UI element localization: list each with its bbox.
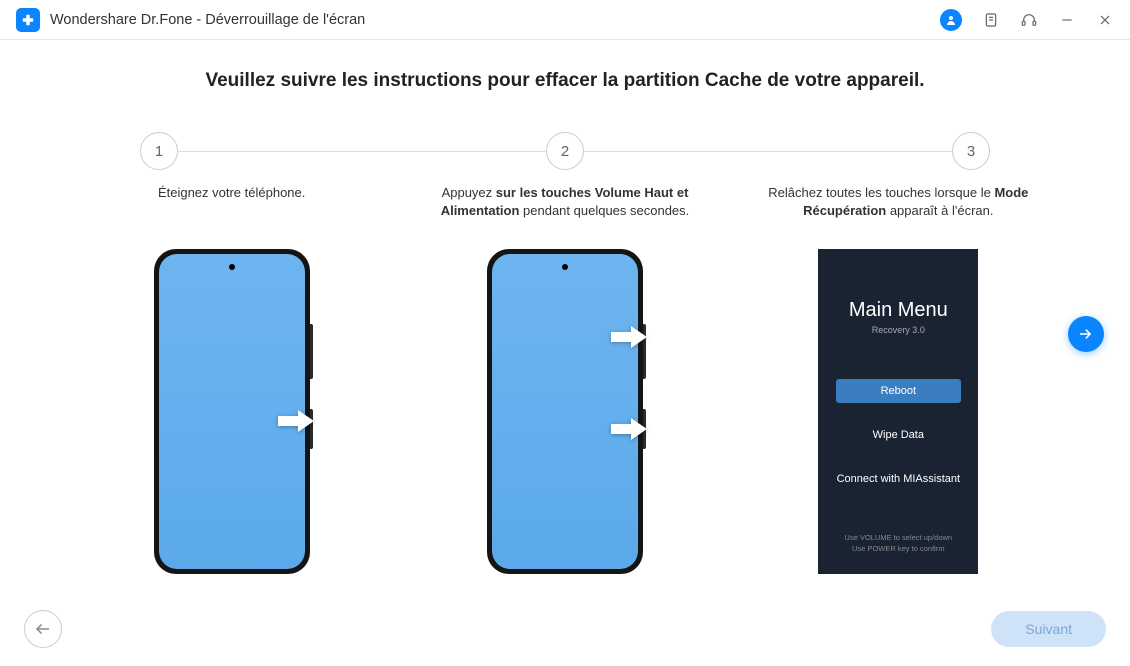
titlebar: Wondershare Dr.Fone - Déverrouillage de … bbox=[0, 0, 1130, 40]
recovery-wipe-option: Wipe Data bbox=[836, 423, 961, 447]
phone-illustration-1 bbox=[154, 249, 310, 574]
next-button[interactable]: Suivant bbox=[991, 611, 1106, 647]
recovery-connect-option: Connect with MIAssistant bbox=[836, 467, 961, 491]
footer: Suivant bbox=[0, 610, 1130, 648]
close-button[interactable] bbox=[1096, 11, 1114, 29]
step-2-column: Appuyez sur les touches Volume Haut et A… bbox=[413, 184, 716, 574]
back-button[interactable] bbox=[24, 610, 62, 648]
step-connector bbox=[584, 151, 952, 152]
app-logo-icon bbox=[16, 8, 40, 32]
step-3-text-post: apparaît à l'écran. bbox=[886, 203, 993, 218]
step-3-column: Relâchez toutes les touches lorsque le M… bbox=[747, 184, 1050, 574]
user-account-icon[interactable] bbox=[940, 9, 962, 31]
step-2-text-post: pendant quelques secondes. bbox=[519, 203, 689, 218]
recovery-mode-screen: Main Menu Recovery 3.0 Reboot Wipe Data … bbox=[818, 249, 978, 574]
step-2-description: Appuyez sur les touches Volume Haut et A… bbox=[413, 184, 716, 224]
minimize-button[interactable] bbox=[1058, 11, 1076, 29]
arrow-right-icon bbox=[611, 417, 647, 441]
app-title: Wondershare Dr.Fone - Déverrouillage de … bbox=[50, 12, 365, 28]
step-indicator: 1 2 3 bbox=[80, 132, 1050, 170]
step-1-column: Éteignez votre téléphone. bbox=[80, 184, 383, 574]
recovery-hint: Use VOLUME to select up/down Use POWER k… bbox=[845, 533, 953, 554]
feedback-icon[interactable] bbox=[982, 11, 1000, 29]
recovery-hint-2: Use POWER key to confirm bbox=[845, 544, 953, 555]
page-heading: Veuillez suivre les instructions pour ef… bbox=[80, 70, 1050, 92]
step-2-text-pre: Appuyez bbox=[442, 185, 496, 200]
step-1-text: Éteignez votre téléphone. bbox=[158, 185, 305, 200]
step-connector bbox=[178, 151, 546, 152]
recovery-subtitle: Recovery 3.0 bbox=[872, 325, 925, 335]
recovery-hint-1: Use VOLUME to select up/down bbox=[845, 533, 953, 544]
phone-illustration-2 bbox=[487, 249, 643, 574]
step-1-circle: 1 bbox=[140, 132, 178, 170]
next-fab-button[interactable] bbox=[1068, 316, 1104, 352]
arrow-right-icon bbox=[611, 325, 647, 349]
recovery-title: Main Menu bbox=[849, 299, 948, 322]
step-2-circle: 2 bbox=[546, 132, 584, 170]
recovery-reboot-option: Reboot bbox=[836, 379, 961, 403]
step-3-circle: 3 bbox=[952, 132, 990, 170]
support-headset-icon[interactable] bbox=[1020, 11, 1038, 29]
main-content: Veuillez suivre les instructions pour ef… bbox=[0, 40, 1130, 574]
arrow-right-icon bbox=[278, 409, 314, 433]
step-1-description: Éteignez votre téléphone. bbox=[80, 184, 383, 224]
step-3-text-pre: Relâchez toutes les touches lorsque le bbox=[768, 185, 994, 200]
step-3-description: Relâchez toutes les touches lorsque le M… bbox=[747, 184, 1050, 224]
